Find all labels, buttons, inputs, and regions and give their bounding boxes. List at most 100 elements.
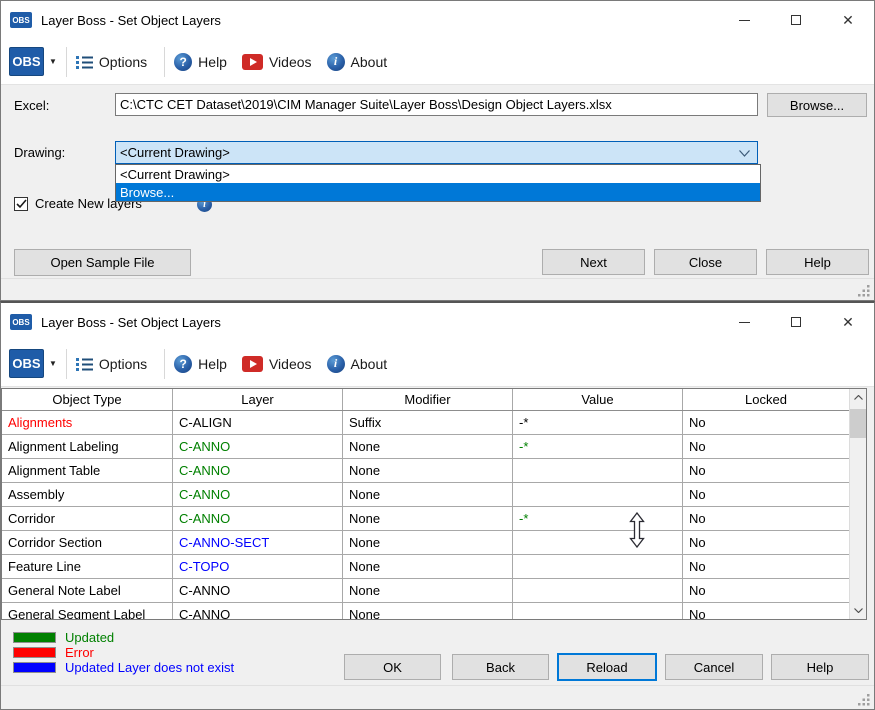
table-cell[interactable] [513, 579, 683, 602]
table-row[interactable]: Feature Line C-TOPO None No [2, 555, 849, 579]
table-row[interactable]: Corridor C-ANNO None -* No [2, 507, 849, 531]
vertical-scrollbar[interactable] [849, 389, 866, 619]
table-cell[interactable] [513, 555, 683, 578]
table-cell[interactable]: C-ANNO [173, 483, 343, 506]
table-cell[interactable]: None [343, 483, 513, 506]
table-cell[interactable]: No [683, 435, 849, 458]
close-dialog-button[interactable]: Close [654, 249, 757, 275]
table-cell[interactable]: C-ANNO-SECT [173, 531, 343, 554]
table-cell[interactable]: General Note Label [2, 579, 173, 602]
titlebar[interactable]: OBS Layer Boss - Set Object Layers ✕ [1, 1, 874, 39]
table-cell[interactable]: C-ANNO [173, 579, 343, 602]
table-cell[interactable]: Alignment Table [2, 459, 173, 482]
table-cell[interactable]: General Segment Label [2, 603, 173, 619]
maximize-button[interactable] [770, 1, 822, 39]
help-dialog-button[interactable]: Help [766, 249, 869, 275]
table-row[interactable]: Alignment Labeling C-ANNO None -* No [2, 435, 849, 459]
scroll-up-button[interactable] [850, 389, 866, 406]
table-cell[interactable]: No [683, 579, 849, 602]
table-cell[interactable] [513, 459, 683, 482]
table-cell[interactable]: C-ANNO [173, 435, 343, 458]
table-cell[interactable]: No [683, 483, 849, 506]
help-button[interactable]: ? Help [174, 52, 227, 71]
table-cell[interactable]: Alignment Labeling [2, 435, 173, 458]
table-row[interactable]: General Note Label C-ANNO None No [2, 579, 849, 603]
table-row[interactable]: Assembly C-ANNO None No [2, 483, 849, 507]
back-button[interactable]: Back [452, 654, 549, 680]
scroll-down-button[interactable] [850, 602, 866, 619]
maximize-button[interactable] [770, 303, 822, 341]
obs-menu-button[interactable]: OBS [9, 349, 44, 378]
minimize-button[interactable] [718, 1, 770, 39]
table-cell[interactable]: None [343, 603, 513, 619]
help-button[interactable]: ? Help [174, 354, 227, 373]
close-button[interactable]: ✕ [822, 1, 874, 39]
reload-button[interactable]: Reload [557, 653, 657, 681]
about-button[interactable]: i About [326, 354, 387, 373]
table-cell[interactable]: -* [513, 435, 683, 458]
resize-grip-icon[interactable] [858, 284, 871, 297]
table-row[interactable]: Corridor Section C-ANNO-SECT None No [2, 531, 849, 555]
table-cell[interactable]: Suffix [343, 411, 513, 434]
table-cell[interactable]: Assembly [2, 483, 173, 506]
table-cell[interactable]: None [343, 555, 513, 578]
chevron-down-icon[interactable]: ▼ [49, 57, 57, 66]
table-cell[interactable]: Corridor Section [2, 531, 173, 554]
column-header[interactable]: Value [513, 389, 683, 410]
excel-path-input[interactable]: C:\CTC CET Dataset\2019\CIM Manager Suit… [115, 93, 758, 116]
table-cell[interactable]: -* [513, 411, 683, 434]
table-cell[interactable]: No [683, 555, 849, 578]
table-cell[interactable]: None [343, 507, 513, 530]
help-dialog-button[interactable]: Help [771, 654, 869, 680]
table-cell[interactable]: None [343, 459, 513, 482]
options-button[interactable]: Options [75, 54, 147, 70]
table-cell[interactable]: Corridor [2, 507, 173, 530]
table-cell[interactable]: C-ANNO [173, 603, 343, 619]
table-cell[interactable]: C-ANNO [173, 459, 343, 482]
table-cell[interactable]: None [343, 435, 513, 458]
table-cell[interactable]: C-TOPO [173, 555, 343, 578]
table-cell[interactable]: C-ALIGN [173, 411, 343, 434]
table-cell[interactable]: No [683, 411, 849, 434]
ok-button[interactable]: OK [344, 654, 441, 680]
table-cell[interactable]: Alignments [2, 411, 173, 434]
table-cell[interactable]: -* [513, 507, 683, 530]
table-cell[interactable]: No [683, 603, 849, 619]
dropdown-item-current-drawing[interactable]: <Current Drawing> [116, 165, 760, 183]
drawing-combobox[interactable]: <Current Drawing> [115, 141, 758, 164]
column-header[interactable]: Object Type [2, 389, 173, 410]
checkbox-checked-icon[interactable] [14, 196, 28, 211]
table-cell[interactable]: None [343, 579, 513, 602]
table-cell[interactable]: None [343, 531, 513, 554]
column-header[interactable]: Layer [173, 389, 343, 410]
open-sample-file-button[interactable]: Open Sample File [14, 249, 191, 276]
table-cell[interactable] [513, 483, 683, 506]
table-cell[interactable]: No [683, 459, 849, 482]
table-row[interactable]: General Segment Label C-ANNO None No [2, 603, 849, 619]
scrollbar-track[interactable] [850, 406, 866, 602]
obs-menu-button[interactable]: OBS [9, 47, 44, 76]
table-cell[interactable]: C-ANNO [173, 507, 343, 530]
table-cell[interactable] [513, 603, 683, 619]
resize-grip-icon[interactable] [858, 693, 871, 706]
table-cell[interactable] [513, 531, 683, 554]
titlebar[interactable]: OBS Layer Boss - Set Object Layers ✕ [1, 303, 874, 341]
browse-button[interactable]: Browse... [767, 93, 867, 117]
scrollbar-thumb[interactable] [850, 409, 866, 438]
column-header[interactable]: Locked [683, 389, 849, 410]
table-cell[interactable]: Feature Line [2, 555, 173, 578]
table-row[interactable]: Alignment Table C-ANNO None No [2, 459, 849, 483]
column-header[interactable]: Modifier [343, 389, 513, 410]
dropdown-item-browse[interactable]: Browse... [116, 183, 760, 201]
table-cell[interactable]: No [683, 507, 849, 530]
table-cell[interactable]: No [683, 531, 849, 554]
next-button[interactable]: Next [542, 249, 645, 275]
close-button[interactable]: ✕ [822, 303, 874, 341]
options-button[interactable]: Options [75, 356, 147, 372]
minimize-button[interactable] [718, 303, 770, 341]
table-row[interactable]: Alignments C-ALIGN Suffix -* No [2, 411, 849, 435]
chevron-down-icon[interactable]: ▼ [49, 359, 57, 368]
videos-button[interactable]: Videos [241, 355, 312, 372]
cancel-button[interactable]: Cancel [665, 654, 763, 680]
videos-button[interactable]: Videos [241, 53, 312, 70]
